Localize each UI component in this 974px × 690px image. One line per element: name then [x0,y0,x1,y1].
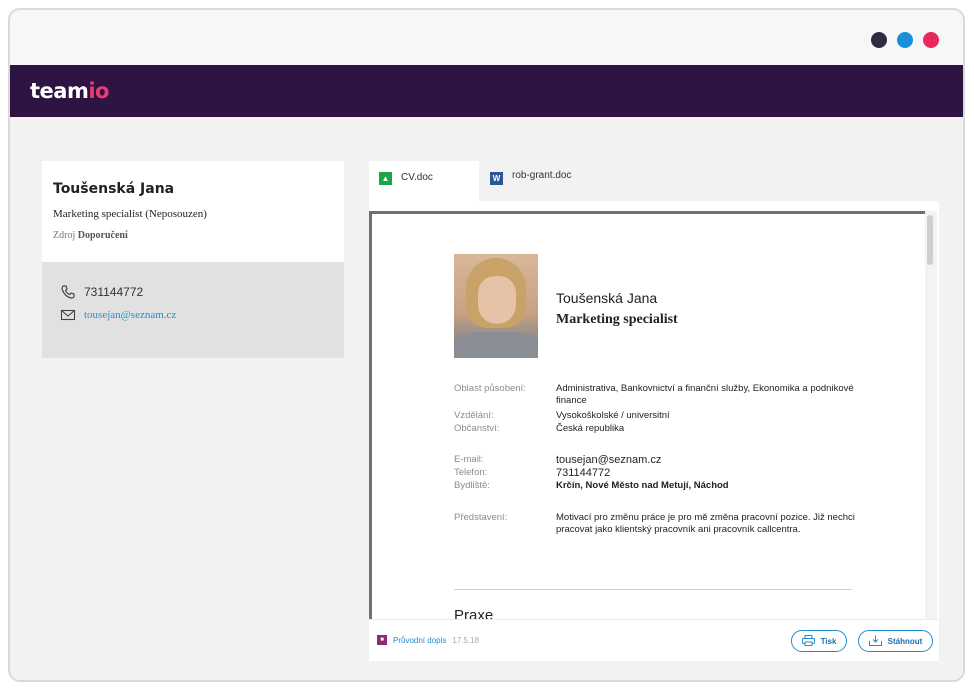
field-key: Bydliště: [454,480,490,491]
document-file-icon: ■ [377,635,387,645]
document-scrollbar[interactable] [925,211,937,619]
logo-accent: io [88,79,109,103]
document-footer: ■ Průvodní dopis 17.5.18 Tisk Stáhnout [369,619,939,661]
field-value: Administrativa, Bankovnictví a finanční … [556,383,854,406]
candidate-position: Marketing specialist (Neposouzen) [53,208,207,220]
tab-label: rob-grant.doc [512,170,572,181]
cv-name: Toušenská Jana [556,290,658,306]
cv-document[interactable]: Toušenská Jana Marketing specialist Obla… [369,211,925,619]
image-file-icon: ▲ [379,172,392,185]
section-divider [454,589,852,590]
envelope-icon [60,307,76,323]
phone-icon [60,284,76,300]
tab-rob-grant-doc[interactable]: W rob-grant.doc [488,161,618,201]
photo-shoulders [454,332,538,358]
print-label: Tisk [820,636,837,646]
field-key: Telefon: [454,467,488,478]
field-value: tousejan@seznam.cz [556,454,662,466]
source-value: Doporučení [77,230,128,241]
cv-title: Marketing specialist [556,312,678,327]
candidate-name: Toušenská Jana [53,181,175,197]
field-value: Vysokoškolské / universitní [556,410,670,421]
print-button[interactable]: Tisk [791,630,847,652]
field-value: Krčín, Nové Město nad Metují, Náchod [556,480,729,491]
candidate-contacts: 731144772 tousejan@seznam.cz [42,262,344,358]
field-value: Česká republika [556,423,625,434]
tab-cv-doc[interactable]: ▲ CV.doc [369,161,479,201]
tab-label: CV.doc [401,172,433,183]
teamio-logo[interactable]: teamio [30,79,109,103]
app-window: teamio Toušenská Jana Marketing speciali… [8,8,965,682]
word-file-icon: W [490,172,503,185]
logo-main: team [30,79,89,103]
section-heading: Praxe [454,607,494,619]
email-row[interactable]: tousejan@seznam.cz [60,307,176,323]
attachment-label[interactable]: Průvodní dopis [393,636,446,645]
brand-bar: teamio [10,65,963,117]
phone-row[interactable]: 731144772 [60,284,143,300]
candidate-source: Zdroj Doporučení [53,230,128,241]
photo-face [478,276,516,324]
field-key: Vzdělání: [454,410,494,421]
download-icon [868,635,882,648]
candidate-card: Toušenská Jana Marketing specialist (Nep… [42,161,344,262]
scrollbar-thumb[interactable] [927,215,933,265]
window-dot-blue[interactable] [897,32,913,48]
printer-icon [801,634,815,648]
document-viewer: Toušenská Jana Marketing specialist Obla… [369,201,939,661]
field-value: Motivací pro změnu práce je pro mě změna… [556,512,855,535]
window-dot-pink[interactable] [923,32,939,48]
download-button[interactable]: Stáhnout [858,630,933,652]
email-link[interactable]: tousejan@seznam.cz [84,309,176,321]
field-key: E-mail: [454,454,484,465]
window-dot-dark[interactable] [871,32,887,48]
main-content: Toušenská Jana Marketing specialist (Nep… [10,117,963,680]
candidate-photo [454,254,538,358]
title-bar [10,10,963,65]
source-label: Zdroj [53,230,76,241]
field-key: Představení: [454,512,508,523]
window-controls [871,32,939,48]
field-value: 731144772 [556,467,611,479]
download-label: Stáhnout [887,636,923,646]
field-key: Oblast působení: [454,383,526,394]
phone-number: 731144772 [84,285,144,299]
cover-letter-attachment[interactable]: ■ Průvodní dopis 17.5.18 [377,635,479,645]
attachment-date: 17.5.18 [452,635,480,645]
field-key: Občanství: [454,423,500,434]
